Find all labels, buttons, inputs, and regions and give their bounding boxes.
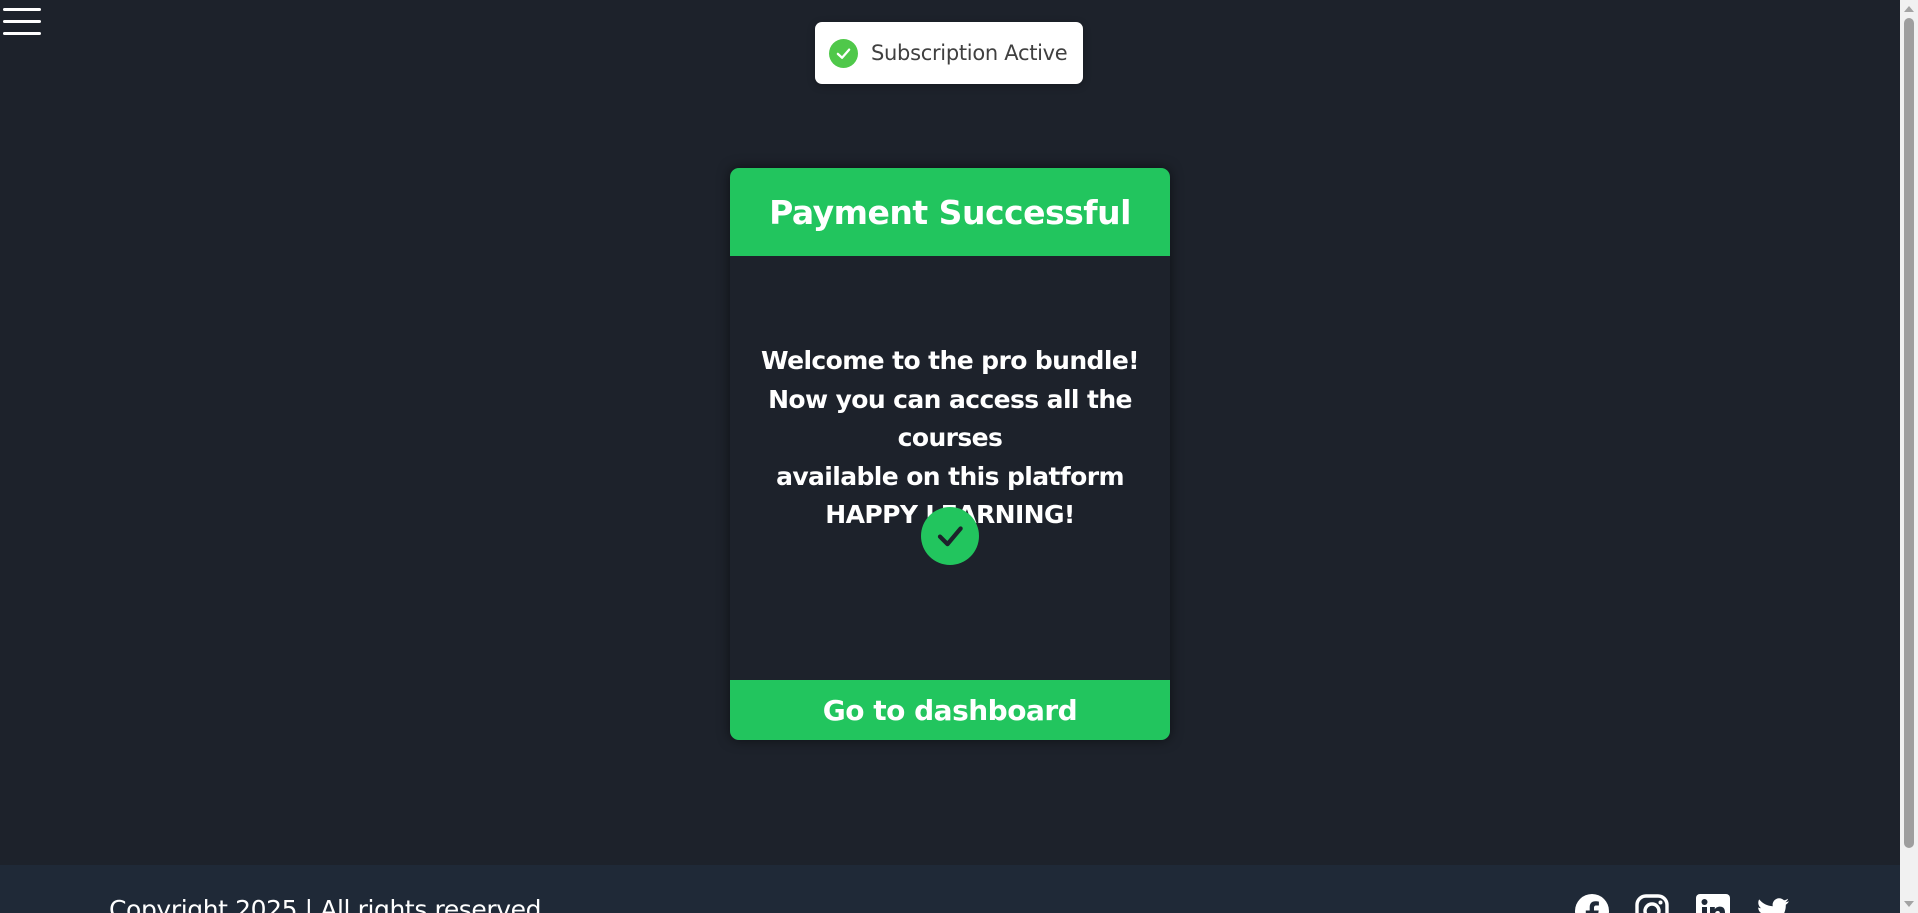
check-circle-icon — [829, 38, 858, 68]
go-to-dashboard-label: Go to dashboard — [822, 693, 1078, 727]
hamburger-bar — [3, 32, 41, 35]
message-line: available on this platform — [776, 461, 1124, 491]
payment-success-card: Payment Successful Welcome to the pro bu… — [730, 168, 1170, 740]
copyright-text: Copyright 2025 | All rights reserved — [109, 895, 542, 913]
hamburger-bar — [3, 20, 41, 23]
facebook-icon[interactable] — [1574, 893, 1610, 913]
scrollbar-thumb[interactable] — [1904, 18, 1914, 848]
check-icon — [921, 507, 979, 565]
viewport: Subscription Active Payment Successful W… — [0, 0, 1900, 913]
message-line: Now you can access all the courses — [768, 384, 1132, 453]
card-message: Welcome to the pro bundle! Now you can a… — [730, 342, 1170, 535]
card-header: Payment Successful — [730, 168, 1170, 256]
twitter-icon[interactable] — [1755, 893, 1791, 913]
subscription-toast: Subscription Active — [815, 22, 1083, 84]
hamburger-menu-icon[interactable] — [3, 8, 41, 38]
scroll-down-arrow-icon[interactable] — [1904, 901, 1914, 907]
instagram-icon[interactable] — [1634, 893, 1670, 913]
card-title: Payment Successful — [769, 192, 1131, 232]
site-footer: Copyright 2025 | All rights reserved — [0, 865, 1900, 913]
scroll-up-arrow-icon[interactable] — [1904, 6, 1914, 12]
page: Subscription Active Payment Successful W… — [0, 0, 1918, 913]
hamburger-bar — [3, 8, 41, 11]
toast-message: Subscription Active — [871, 41, 1068, 65]
go-to-dashboard-button[interactable]: Go to dashboard — [730, 680, 1170, 740]
linkedin-icon[interactable] — [1695, 893, 1731, 913]
message-line: Welcome to the pro bundle! — [761, 346, 1140, 375]
vertical-scrollbar[interactable] — [1900, 0, 1918, 913]
